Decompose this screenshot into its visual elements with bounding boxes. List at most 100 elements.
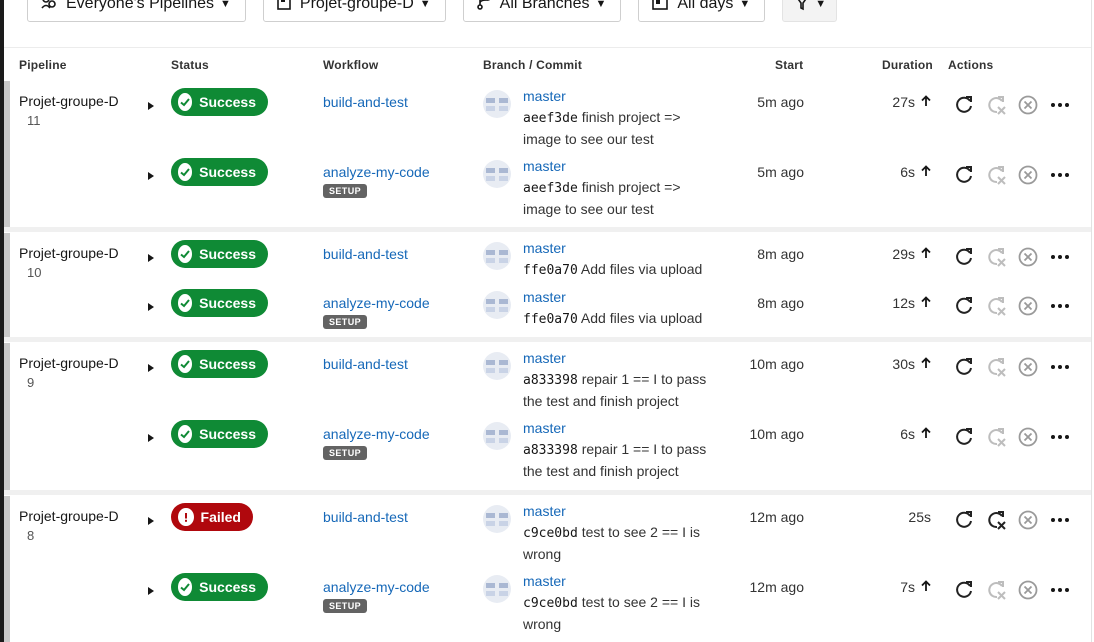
commit-message-line: repair 1 == I to pass xyxy=(581,371,707,387)
duration: 29s xyxy=(892,246,931,262)
commit-info[interactable]: c9ce0bd test to see 2 == I is wrong xyxy=(523,522,723,565)
expand-row-chevron-icon[interactable] xyxy=(147,250,155,262)
commit-message-line: wrong xyxy=(523,616,562,632)
pipeline-number[interactable]: 10 xyxy=(27,265,41,280)
rerun-workflow-icon[interactable] xyxy=(952,355,976,379)
start-time: 8m ago xyxy=(757,295,804,311)
pipeline-number[interactable]: 9 xyxy=(27,375,34,390)
branch-link[interactable]: master xyxy=(523,158,566,174)
commit-info[interactable]: c9ce0bd test to see 2 == I is wrong xyxy=(523,592,723,635)
start-time: 5m ago xyxy=(757,164,804,180)
branch-link[interactable]: master xyxy=(523,289,566,305)
commit-author-avatar xyxy=(483,90,511,118)
workflow-link[interactable]: build-and-test xyxy=(323,509,408,525)
commit-sha[interactable]: ffe0a70 xyxy=(523,263,578,278)
status-badge-success[interactable]: Success xyxy=(171,420,268,448)
chevron-down-icon: ▼ xyxy=(595,0,607,10)
commit-sha[interactable]: a833398 xyxy=(523,373,578,388)
pipelines-filter-dropdown[interactable]: Everyone's Pipelines ▼ xyxy=(27,0,246,22)
status-badge-success[interactable]: Success xyxy=(171,350,268,378)
pipeline-name[interactable]: Projet-groupe-D xyxy=(19,245,119,261)
start-time: 12m ago xyxy=(749,509,804,525)
more-actions-icon[interactable] xyxy=(1048,294,1072,318)
commit-sha[interactable]: a833398 xyxy=(523,443,578,458)
more-actions-icon[interactable] xyxy=(1048,508,1072,532)
branch-link[interactable]: master xyxy=(523,573,566,589)
pipeline-number[interactable]: 8 xyxy=(27,528,34,543)
status-badge-failed[interactable]: Failed xyxy=(171,503,253,531)
workflow-link[interactable]: build-and-test xyxy=(323,94,408,110)
advanced-filter-button[interactable]: ▼ xyxy=(782,0,838,22)
expand-row-chevron-icon[interactable] xyxy=(147,430,155,442)
more-actions-icon[interactable] xyxy=(1048,578,1072,602)
start-time: 8m ago xyxy=(757,246,804,262)
expand-row-chevron-icon[interactable] xyxy=(147,360,155,372)
rerun-workflow-icon[interactable] xyxy=(952,508,976,532)
rerun-workflow-icon[interactable] xyxy=(952,245,976,269)
commit-info[interactable]: ffe0a70 Add files via upload xyxy=(523,259,723,281)
commit-message-line: wrong xyxy=(523,546,562,562)
expand-row-chevron-icon[interactable] xyxy=(147,583,155,595)
rerun-workflow-icon[interactable] xyxy=(952,163,976,187)
expand-row-chevron-icon[interactable] xyxy=(147,98,155,110)
commit-info[interactable]: a833398 repair 1 == I to pass the test an… xyxy=(523,369,723,412)
rerun-workflow-icon[interactable] xyxy=(952,425,976,449)
expand-row-chevron-icon[interactable] xyxy=(147,168,155,180)
commit-sha[interactable]: c9ce0bd xyxy=(523,526,578,541)
commit-info[interactable]: aeef3de finish project => image to see ou… xyxy=(523,107,723,150)
commit-sha[interactable]: c9ce0bd xyxy=(523,596,578,611)
arrow-up-icon xyxy=(921,295,931,311)
branch-filter-label: All Branches xyxy=(499,0,590,12)
commit-sha[interactable]: ffe0a70 xyxy=(523,312,578,327)
more-actions-icon[interactable] xyxy=(1048,355,1072,379)
project-filter-dropdown[interactable]: Projet-groupe-D ▼ xyxy=(262,0,446,22)
pipeline-name[interactable]: Projet-groupe-D xyxy=(19,508,119,524)
workflow-link[interactable]: analyze-my-code xyxy=(323,164,430,180)
status-badge-success[interactable]: Success xyxy=(171,158,268,186)
header-status: Status xyxy=(171,58,209,72)
duration-value: 27s xyxy=(892,94,915,110)
duration: 6s xyxy=(900,426,931,442)
expand-row-chevron-icon[interactable] xyxy=(147,299,155,311)
branch-link[interactable]: master xyxy=(523,350,566,366)
table-header: Pipeline Status Workflow Branch / Commit… xyxy=(4,47,1091,81)
branch-link[interactable]: master xyxy=(523,503,566,519)
arrow-up-icon xyxy=(921,579,931,595)
more-actions-icon[interactable] xyxy=(1048,245,1072,269)
branch-link[interactable]: master xyxy=(523,240,566,256)
status-badge-success[interactable]: Success xyxy=(171,88,268,116)
pipeline-number[interactable]: 11 xyxy=(27,113,41,128)
rerun-workflow-icon[interactable] xyxy=(952,93,976,117)
commit-sha[interactable]: aeef3de xyxy=(523,181,578,196)
date-filter-dropdown[interactable]: All days ▼ xyxy=(638,0,766,22)
workflow-link[interactable]: build-and-test xyxy=(323,356,408,372)
workflow-link[interactable]: analyze-my-code xyxy=(323,426,430,442)
cancel-workflow-icon xyxy=(1016,355,1040,379)
status-badge-success[interactable]: Success xyxy=(171,289,268,317)
expand-row-chevron-icon[interactable] xyxy=(147,513,155,525)
workflow-link[interactable]: analyze-my-code xyxy=(323,295,430,311)
status-badge-success[interactable]: Success xyxy=(171,573,268,601)
workflow-link[interactable]: build-and-test xyxy=(323,246,408,262)
commit-info[interactable]: a833398 repair 1 == I to pass the test an… xyxy=(523,439,723,482)
workflow-link[interactable]: analyze-my-code xyxy=(323,579,430,595)
status-label: Failed xyxy=(200,509,241,525)
commit-info[interactable]: ffe0a70 Add files via upload xyxy=(523,308,723,330)
right-edge-line xyxy=(1091,0,1092,642)
pipeline-name[interactable]: Projet-groupe-D xyxy=(19,93,119,109)
rerun-workflow-icon[interactable] xyxy=(952,294,976,318)
rerun-workflow-icon[interactable] xyxy=(952,578,976,602)
pipeline-name[interactable]: Projet-groupe-D xyxy=(19,355,119,371)
more-actions-icon[interactable] xyxy=(1048,93,1072,117)
commit-info[interactable]: aeef3de finish project => image to see ou… xyxy=(523,177,723,220)
duration-value: 6s xyxy=(900,164,915,180)
branch-link[interactable]: master xyxy=(523,88,566,104)
more-actions-icon[interactable] xyxy=(1048,163,1072,187)
commit-sha[interactable]: aeef3de xyxy=(523,111,578,126)
more-actions-icon[interactable] xyxy=(1048,425,1072,449)
rerun-failed-jobs-icon[interactable] xyxy=(984,508,1008,532)
branch-link[interactable]: master xyxy=(523,420,566,436)
status-badge-success[interactable]: Success xyxy=(171,240,268,268)
branch-filter-dropdown[interactable]: All Branches ▼ xyxy=(462,0,622,22)
chevron-down-icon: ▼ xyxy=(419,0,431,10)
